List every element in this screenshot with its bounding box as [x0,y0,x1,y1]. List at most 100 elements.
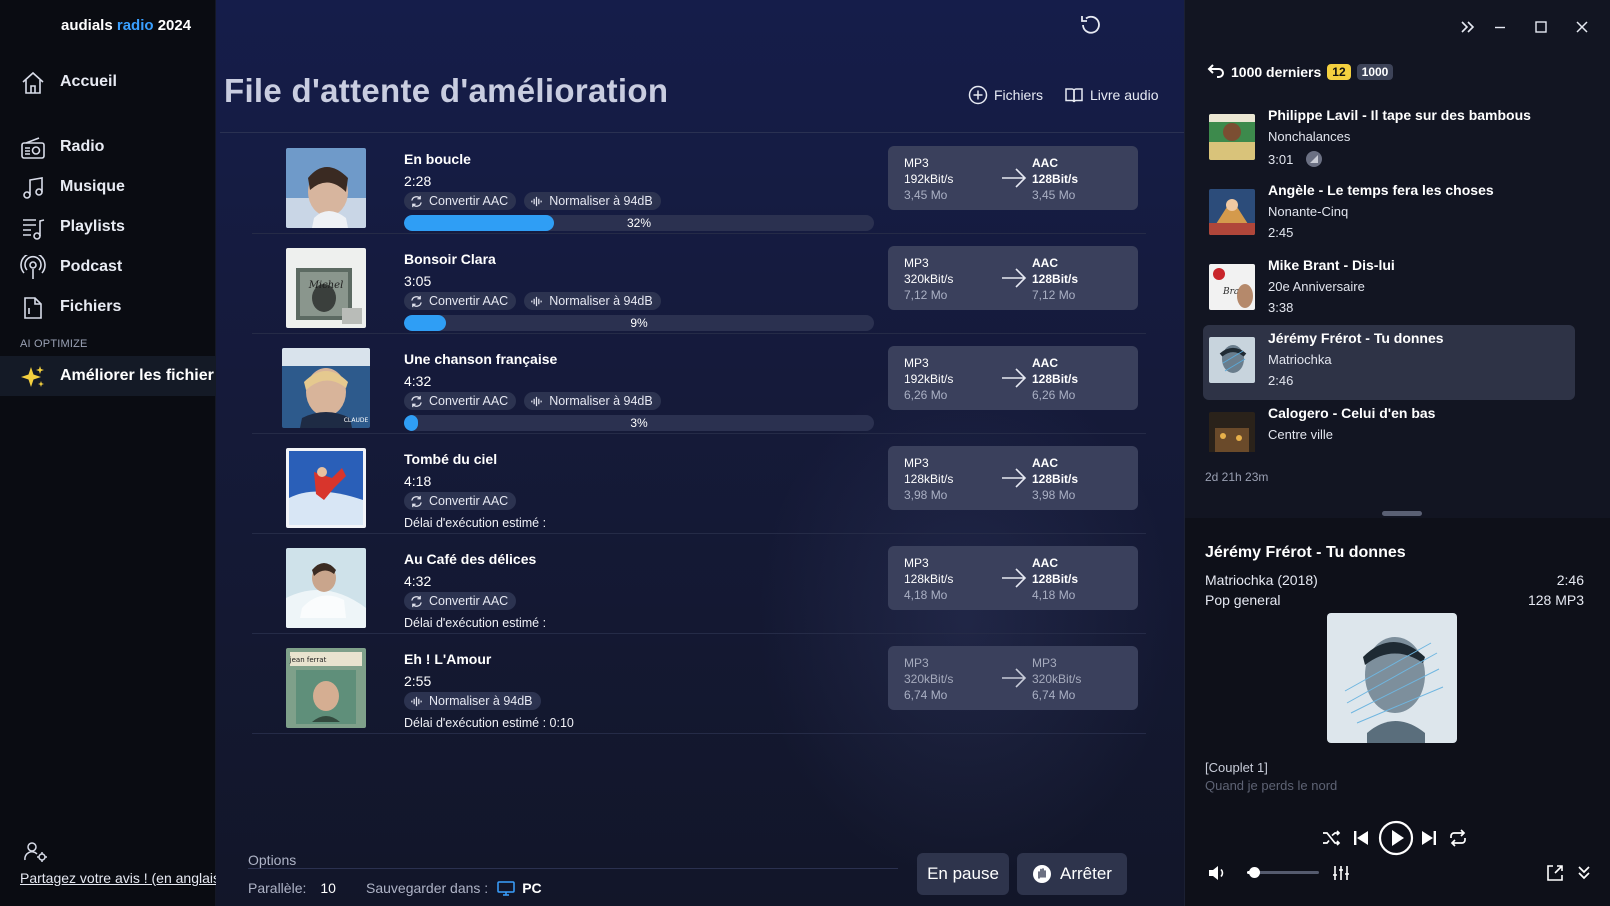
task-tags: Convertir AAC Normaliser à 94dB [404,292,661,310]
arrow-right-icon [1002,368,1027,388]
recent-title: Philippe Lavil - Il tape sur des bambous [1268,107,1531,123]
recent-album: Nonchalances [1268,129,1351,144]
recent-item[interactable]: Philippe Lavil - Il tape sur des bambous… [1203,102,1575,177]
app-window: audials radio 2024 Accueil Radio Musique… [0,0,1610,906]
recent-thumbnail [1209,412,1255,452]
maximize-icon[interactable] [1530,16,1552,38]
save-location-setting[interactable]: Sauvegarder dans : PC [366,880,542,896]
equalizer-icon[interactable] [1331,863,1351,883]
queue-row[interactable]: CLAUDE Une chanson française 4:32 Conver… [252,334,1146,434]
source-format: MP3 320kBit/s 7,12 Mo [904,256,954,302]
waveform-icon [531,296,542,306]
sidebar: audials radio 2024 Accueil Radio Musique… [0,0,216,906]
file-icon [24,297,42,319]
task-tags: Convertir AAC Normaliser à 94dB [404,392,661,410]
parallel-setting[interactable]: Parallèle: 10 [248,880,336,896]
new-count-badge: 12 [1327,64,1351,80]
stop-button-label: Arrêter [1060,864,1112,883]
tag-label: Normaliser à 94dB [549,194,653,208]
recent-arrow-icon [1207,64,1224,78]
save-target[interactable]: PC [496,880,542,896]
waveform-icon [411,696,422,706]
page-title: File d'attente d'amélioration [224,72,669,109]
music-note-icon [23,177,43,199]
sidebar-item-musique[interactable]: Musique [0,167,216,207]
now-playing-title: Jérémy Frérot - Tu donnes [1205,544,1406,561]
queue-row[interactable]: jean ferrat Eh ! L'Amour 2:55 Normaliser… [252,634,1146,734]
minimize-icon[interactable] [1489,16,1511,38]
normalize-tag: Normaliser à 94dB [524,392,661,410]
recent-thumbnail: Brant [1209,264,1255,310]
audiobook-button[interactable]: Livre audio [1064,84,1159,106]
close-icon[interactable] [1571,16,1593,38]
sidebar-item-accueil[interactable]: Accueil [0,62,216,102]
recent-item[interactable]: Brant Mike Brant - Dis-lui 20e Anniversa… [1203,252,1575,327]
convert-tag: Convertir AAC [404,592,517,610]
recent-item[interactable]: Calogero - Celui d'en bas Centre ville [1203,400,1575,452]
recent-album: Matriochka [1268,352,1332,367]
track-title: En boucle [404,151,471,167]
options-label[interactable]: Options [248,852,296,868]
album-cover [286,148,366,228]
track-duration: 4:18 [404,473,432,489]
queue-row[interactable]: En boucle 2:28 Convertir AAC Normaliser … [252,134,1146,234]
queue-row[interactable]: Au Café des délices 4:32 Convertir AAC D… [252,534,1146,634]
recent-album: Nonante-Cinq [1268,204,1349,219]
feedback-user-icon[interactable] [24,840,48,864]
stop-button[interactable]: Arrêter [1017,853,1127,895]
sidebar-item-radio[interactable]: Radio [0,127,216,167]
convert-icon [411,595,422,607]
now-playing-cover [1327,613,1457,743]
now-playing-album: Matriochka (2018) [1205,572,1318,588]
album-cover [286,548,366,628]
volume-icon[interactable] [1207,863,1227,883]
queue-row[interactable]: Tombé du ciel 4:18 Convertir AAC Délai d… [252,434,1146,534]
sidebar-item-playlists[interactable]: Playlists [0,207,216,247]
panel-resize-handle[interactable] [1382,511,1422,516]
arrow-right-icon [1002,468,1027,488]
source-format: MP3 192kBit/s 6,26 Mo [904,356,954,402]
next-track-icon[interactable] [1419,828,1439,848]
mini-player-icon[interactable] [1545,863,1565,883]
queue-row[interactable]: Michel Bonsoir Clara 3:05 Convertir AAC … [252,234,1146,334]
arrow-right-icon [1002,268,1027,288]
previous-track-icon[interactable] [1351,828,1371,848]
brand-year: 2024 [157,17,192,34]
feedback-link[interactable]: Partagez votre avis ! (en anglais [20,870,216,886]
progress-label: 32% [626,216,652,230]
collapse-panel-icon[interactable] [1457,16,1479,38]
waveform-icon [531,196,542,206]
target-format: AAC 128Bit/s 4,18 Mo [1032,556,1079,602]
tag-label: Normaliser à 94dB [549,294,653,308]
shuffle-icon[interactable] [1321,828,1341,848]
sidebar-item-ameliorer[interactable]: Améliorer les fichier [0,356,216,396]
parallel-value[interactable]: 10 [320,880,336,896]
repeat-icon[interactable] [1448,828,1468,848]
sidebar-item-label: Playlists [60,218,125,235]
collapse-down-icon[interactable] [1575,863,1593,881]
sidebar-item-fichiers[interactable]: Fichiers [0,287,216,327]
tag-label: Normaliser à 94dB [549,394,653,408]
refresh-icon[interactable] [1079,13,1103,37]
options-divider [248,868,898,869]
album-cover: Michel [286,248,366,328]
source-format: MP3 128kBit/s 4,18 Mo [904,556,954,602]
add-files-button[interactable]: Fichiers [968,84,1043,106]
convert-icon [411,395,422,407]
play-icon[interactable] [1378,820,1414,856]
volume-slider[interactable] [1247,867,1319,878]
recent-duration: 2:46 [1268,373,1294,388]
recent-item-selected[interactable]: Jérémy Frérot - Tu donnes Matriochka 2:4… [1203,325,1575,400]
app-brand: audials radio 2024 [61,17,191,34]
track-duration: 2:55 [404,673,432,689]
recent-header[interactable]: 1000 derniers 12 1000 [1207,64,1394,80]
title-divider [220,132,1184,133]
recent-item[interactable]: Angèle - Le temps fera les choses Nonant… [1203,177,1575,252]
task-tags: Convertir AAC Normaliser à 94dB [404,192,661,210]
sidebar-item-podcast[interactable]: Podcast [0,247,216,287]
normalize-tag: Normaliser à 94dB [524,292,661,310]
pause-button[interactable]: En pause [917,853,1009,895]
parallel-label: Parallèle: [248,880,307,896]
album-cover: jean ferrat [286,648,366,728]
task-tags: Convertir AAC [404,592,517,610]
